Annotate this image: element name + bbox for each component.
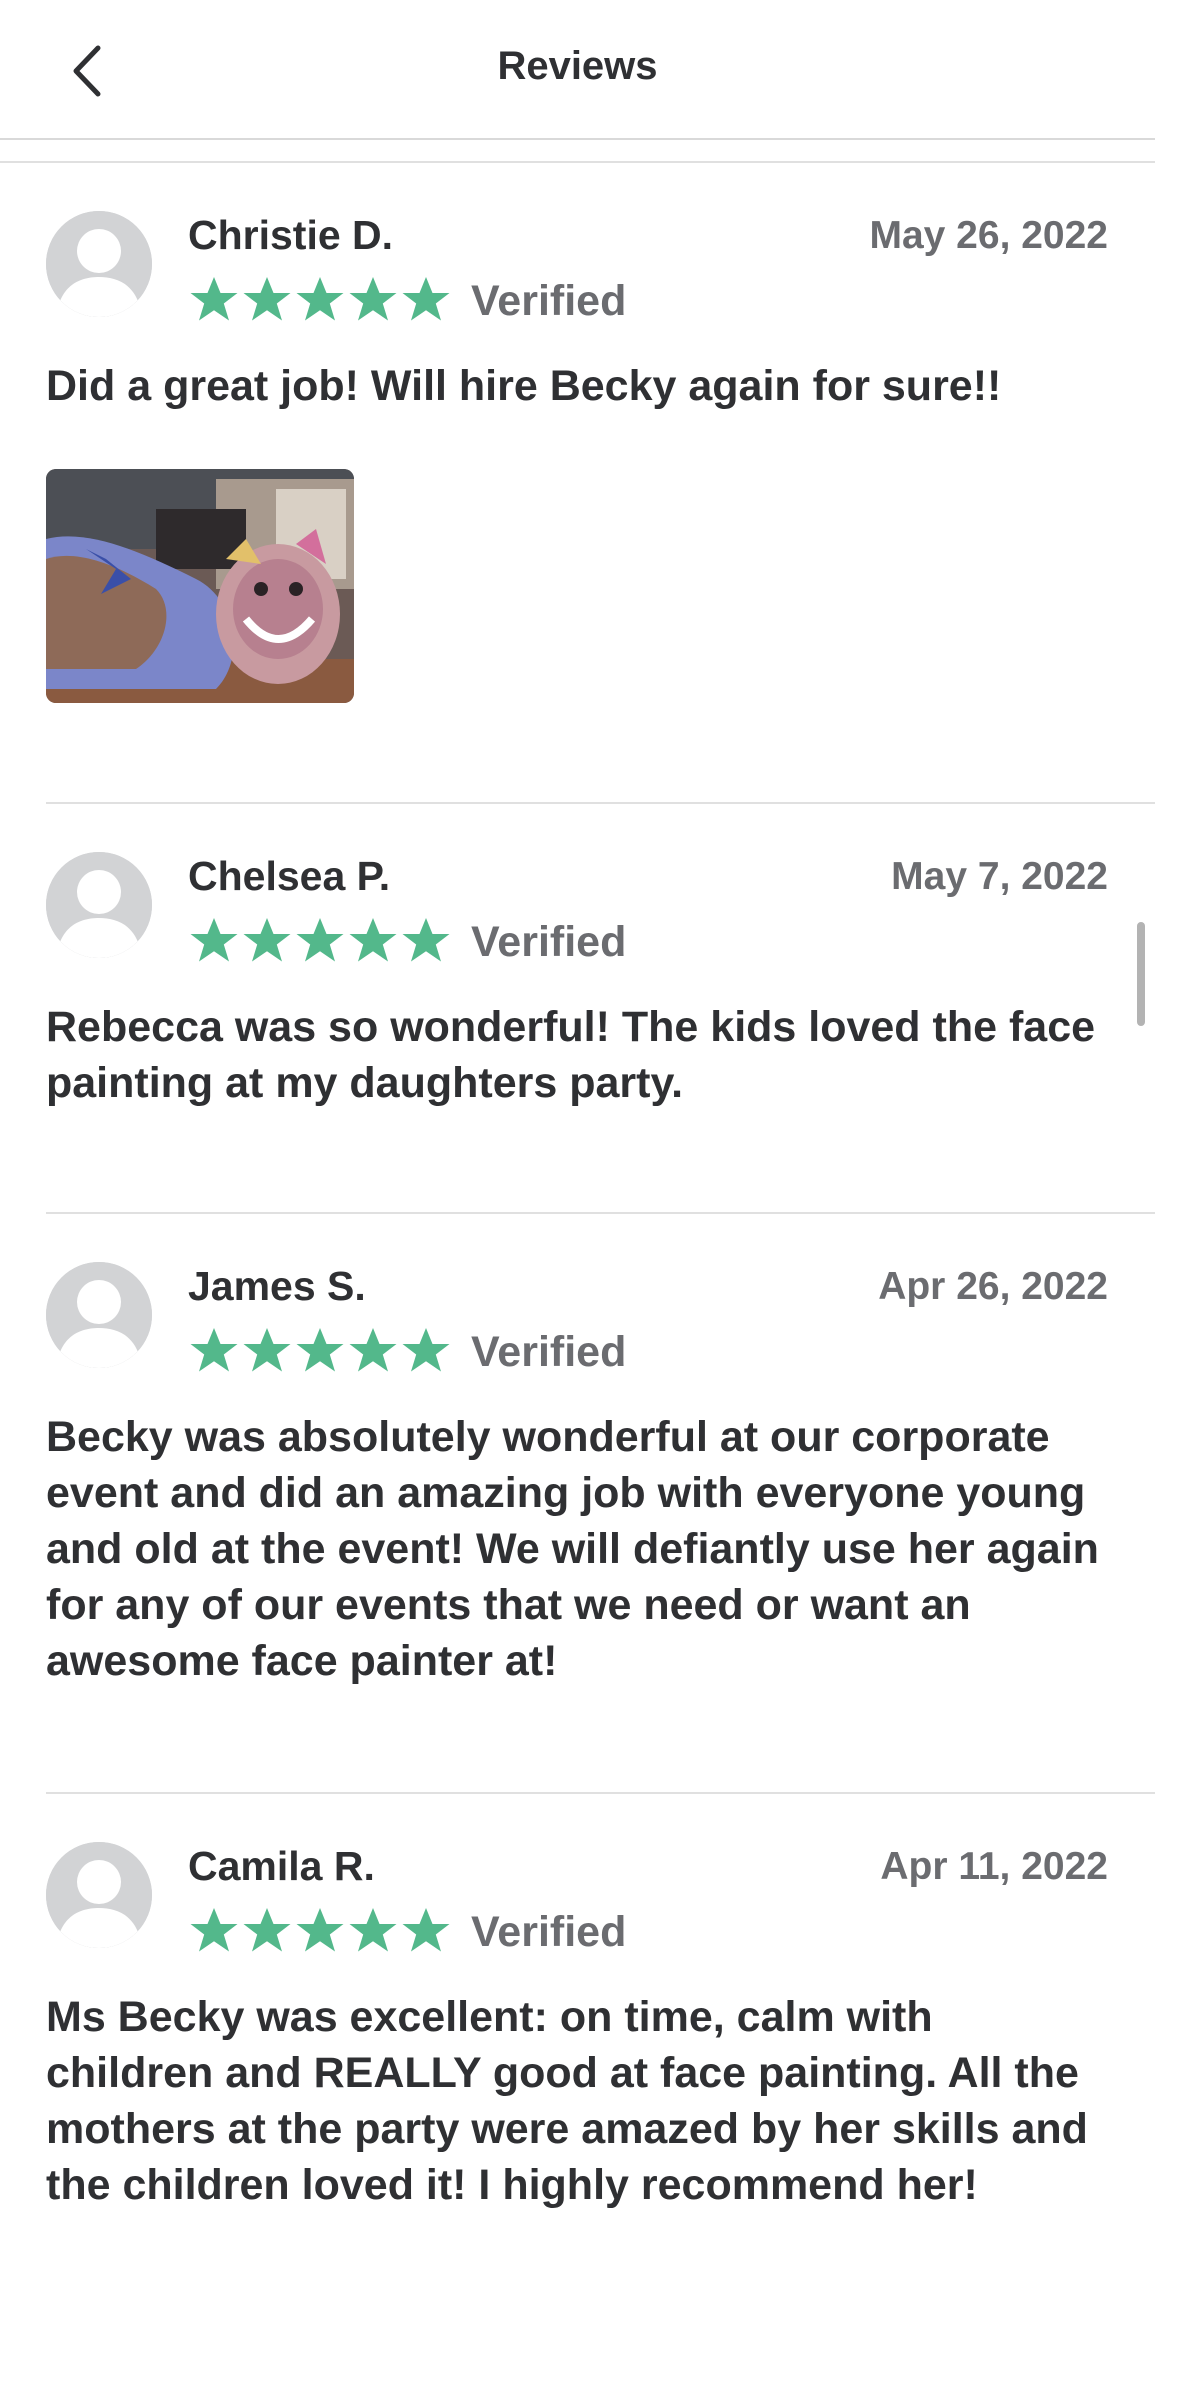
top-bar: Reviews xyxy=(0,0,1155,140)
star-rating xyxy=(188,274,452,326)
avatar xyxy=(46,1262,152,1368)
verified-badge: Verified xyxy=(471,1328,627,1376)
reviewer-name: James S. xyxy=(188,1263,366,1309)
star-icon xyxy=(296,277,344,321)
review-text: Ms Becky was excellent: on time, calm wi… xyxy=(46,1993,1088,2209)
review-card: James S. Apr 26, 2022 Verified Becky was… xyxy=(46,1213,1108,1793)
star-icon xyxy=(243,277,291,321)
star-icon xyxy=(349,1908,397,1952)
review-card: Camila R. Apr 11, 2022 Verified Ms Becky… xyxy=(46,1793,1108,2373)
star-icon xyxy=(402,1328,450,1372)
star-icon xyxy=(243,1328,291,1372)
review-card: Chelsea P. May 7, 2022 Verified Rebecca … xyxy=(46,803,1108,1223)
avatar xyxy=(46,1842,152,1948)
verified-badge: Verified xyxy=(471,1908,627,1956)
review-date: May 7, 2022 xyxy=(891,855,1108,898)
review-text: Becky was absolutely wonderful at our co… xyxy=(46,1413,1099,1685)
star-icon xyxy=(190,1908,238,1952)
star-rating xyxy=(188,1905,452,1957)
star-icon xyxy=(296,1328,344,1372)
star-rating xyxy=(188,1325,452,1377)
star-icon xyxy=(349,1328,397,1372)
star-icon xyxy=(296,1908,344,1952)
review-text: Did a great job! Will hire Becky again f… xyxy=(46,362,1002,410)
star-rating xyxy=(188,915,452,967)
star-icon xyxy=(402,1908,450,1952)
user-silhouette-icon xyxy=(46,211,152,317)
star-icon xyxy=(190,277,238,321)
reviewer-name: Christie D. xyxy=(188,212,394,258)
verified-badge: Verified xyxy=(471,918,627,966)
star-icon xyxy=(190,918,238,962)
scrollbar-thumb[interactable] xyxy=(1137,922,1145,1026)
star-icon xyxy=(243,1908,291,1952)
review-date: Apr 26, 2022 xyxy=(878,1265,1108,1308)
star-icon xyxy=(402,277,450,321)
star-icon xyxy=(349,277,397,321)
avatar xyxy=(46,852,152,958)
verified-badge: Verified xyxy=(471,277,627,325)
user-silhouette-icon xyxy=(46,1842,152,1948)
avatar xyxy=(46,211,152,317)
review-date: Apr 11, 2022 xyxy=(880,1845,1108,1888)
review-card: Christie D. May 26, 2022 Verified Did a … xyxy=(46,162,1108,802)
star-icon xyxy=(349,918,397,962)
page-title: Reviews xyxy=(497,44,658,88)
star-icon xyxy=(190,1328,238,1372)
face-painting-photo xyxy=(46,469,354,703)
star-icon xyxy=(243,918,291,962)
user-silhouette-icon xyxy=(46,852,152,958)
star-icon xyxy=(402,918,450,962)
review-date: May 26, 2022 xyxy=(869,214,1108,257)
reviewer-name: Chelsea P. xyxy=(188,853,391,899)
user-silhouette-icon xyxy=(46,1262,152,1368)
review-text: Rebecca was so wonderful! The kids loved… xyxy=(46,1003,1096,1107)
star-icon xyxy=(296,918,344,962)
reviewer-name: Camila R. xyxy=(188,1843,375,1889)
review-photo-thumbnail[interactable] xyxy=(46,469,354,703)
